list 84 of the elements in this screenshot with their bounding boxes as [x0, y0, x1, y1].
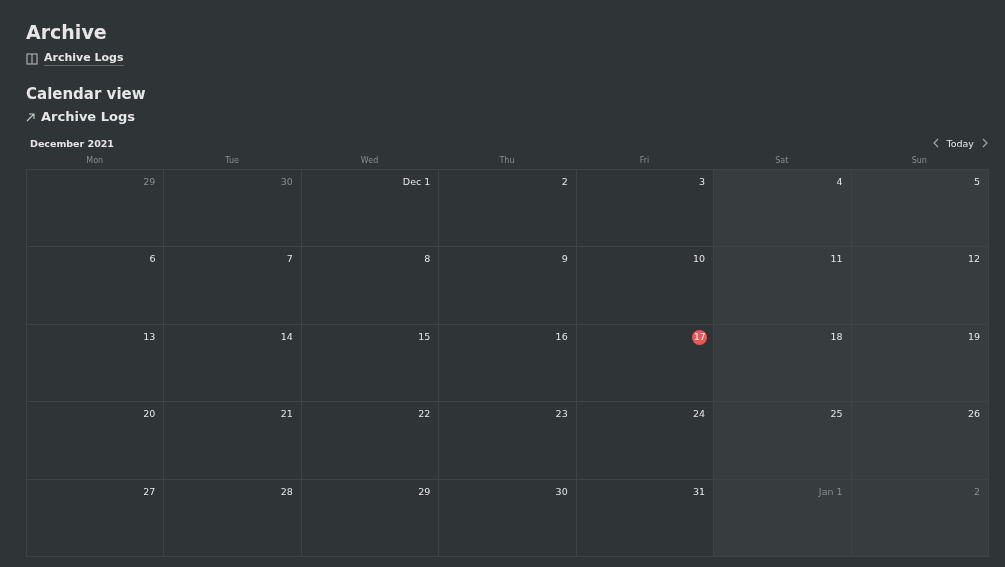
- day-cell[interactable]: 2: [439, 170, 577, 248]
- day-cell[interactable]: 31: [576, 479, 715, 557]
- date-number: 18: [830, 329, 843, 344]
- date-number: 10: [693, 252, 706, 267]
- day-cell[interactable]: 27: [27, 479, 165, 557]
- today-date: 17: [692, 329, 708, 345]
- day-cell[interactable]: 6: [27, 247, 165, 325]
- weekday-label: Mon: [85, 155, 105, 167]
- date-number: 2: [973, 484, 980, 499]
- day-cell[interactable]: 21: [164, 402, 302, 480]
- today-button[interactable]: Today: [942, 137, 978, 149]
- day-cell[interactable]: 3: [576, 170, 715, 248]
- chevron-left-icon[interactable]: [932, 138, 939, 148]
- date-number: 7: [286, 252, 293, 267]
- database-link[interactable]: Archive Logs: [41, 108, 135, 126]
- date-number: 27: [143, 484, 156, 499]
- date-number: 29: [143, 175, 156, 189]
- weekday-label: Wed: [359, 155, 380, 167]
- date-number: 3: [699, 175, 706, 189]
- date-number: Jan 1: [818, 484, 843, 499]
- date-number: 4: [836, 175, 843, 189]
- day-cell[interactable]: 16: [439, 324, 577, 403]
- day-cell[interactable]: 25: [714, 402, 852, 480]
- day-cell[interactable]: 14: [164, 324, 302, 403]
- day-cell[interactable]: 29: [27, 170, 165, 248]
- day-cell[interactable]: 28: [164, 479, 302, 557]
- weekday-label: Thu: [498, 155, 516, 167]
- weekday-label: Fri: [638, 155, 651, 167]
- date-number: 30: [555, 484, 568, 499]
- date-number: 6: [149, 252, 156, 267]
- day-cell[interactable]: 10: [576, 247, 715, 325]
- date-number: 15: [418, 329, 431, 344]
- date-number: 8: [424, 252, 431, 267]
- date-number: 2: [561, 175, 568, 189]
- day-cell[interactable]: 12: [851, 247, 989, 325]
- arrow-icon: [26, 112, 35, 122]
- date-number: 5: [973, 175, 980, 189]
- day-cell[interactable]: 15: [301, 324, 440, 403]
- date-number: 29: [418, 484, 431, 499]
- day-cell[interactable]: 18: [714, 324, 852, 403]
- day-cell[interactable]: 4: [714, 170, 852, 248]
- date-number: 23: [555, 407, 568, 422]
- date-number: 13: [143, 329, 156, 344]
- day-cell[interactable]: 26: [851, 402, 989, 480]
- date-number: 14: [280, 329, 293, 344]
- date-number: 20: [143, 407, 156, 422]
- date-number: 21: [280, 407, 293, 422]
- day-cell[interactable]: 23: [439, 402, 577, 480]
- date-number: 25: [830, 407, 843, 422]
- date-number: 22: [418, 407, 431, 422]
- page-link[interactable]: Archive Logs: [44, 51, 124, 66]
- day-cell[interactable]: 13: [27, 324, 165, 403]
- weekday-label: Tue: [224, 155, 240, 167]
- date-number: 24: [693, 407, 706, 422]
- day-cell[interactable]: 30: [164, 170, 302, 248]
- date-number: 12: [967, 252, 980, 267]
- day-cell[interactable]: 30: [439, 479, 577, 557]
- weekday-label: Sat: [774, 155, 790, 167]
- day-cell[interactable]: 7: [164, 247, 302, 325]
- weekday-label: Sun: [910, 155, 928, 167]
- date-number: 19: [967, 329, 980, 344]
- day-cell[interactable]: 5: [851, 170, 989, 248]
- day-cell[interactable]: 19: [851, 324, 989, 403]
- date-number: 16: [555, 329, 568, 344]
- month-label: December 2021: [29, 137, 114, 149]
- page-title: Archive: [26, 20, 107, 45]
- date-number: 9: [561, 252, 568, 267]
- date-number: 28: [280, 484, 293, 499]
- day-cell[interactable]: 29: [301, 479, 440, 557]
- book-icon: [26, 52, 38, 65]
- day-cell[interactable]: 11: [714, 247, 852, 325]
- section-heading: Calendar view: [26, 84, 146, 104]
- day-cell[interactable]: 9: [439, 247, 577, 325]
- day-cell[interactable]: 8: [301, 247, 440, 325]
- chevron-right-icon[interactable]: [982, 138, 988, 148]
- date-number: 11: [830, 252, 843, 267]
- date-number: 26: [967, 407, 980, 422]
- day-cell[interactable]: Dec 1: [301, 170, 440, 248]
- day-cell[interactable]: 24: [576, 402, 715, 480]
- date-number: 31: [693, 484, 706, 499]
- day-cell[interactable]: 22: [301, 402, 440, 480]
- day-cell[interactable]: 20: [27, 402, 165, 480]
- date-number: 30: [280, 175, 293, 189]
- date-number: Dec 1: [402, 175, 431, 189]
